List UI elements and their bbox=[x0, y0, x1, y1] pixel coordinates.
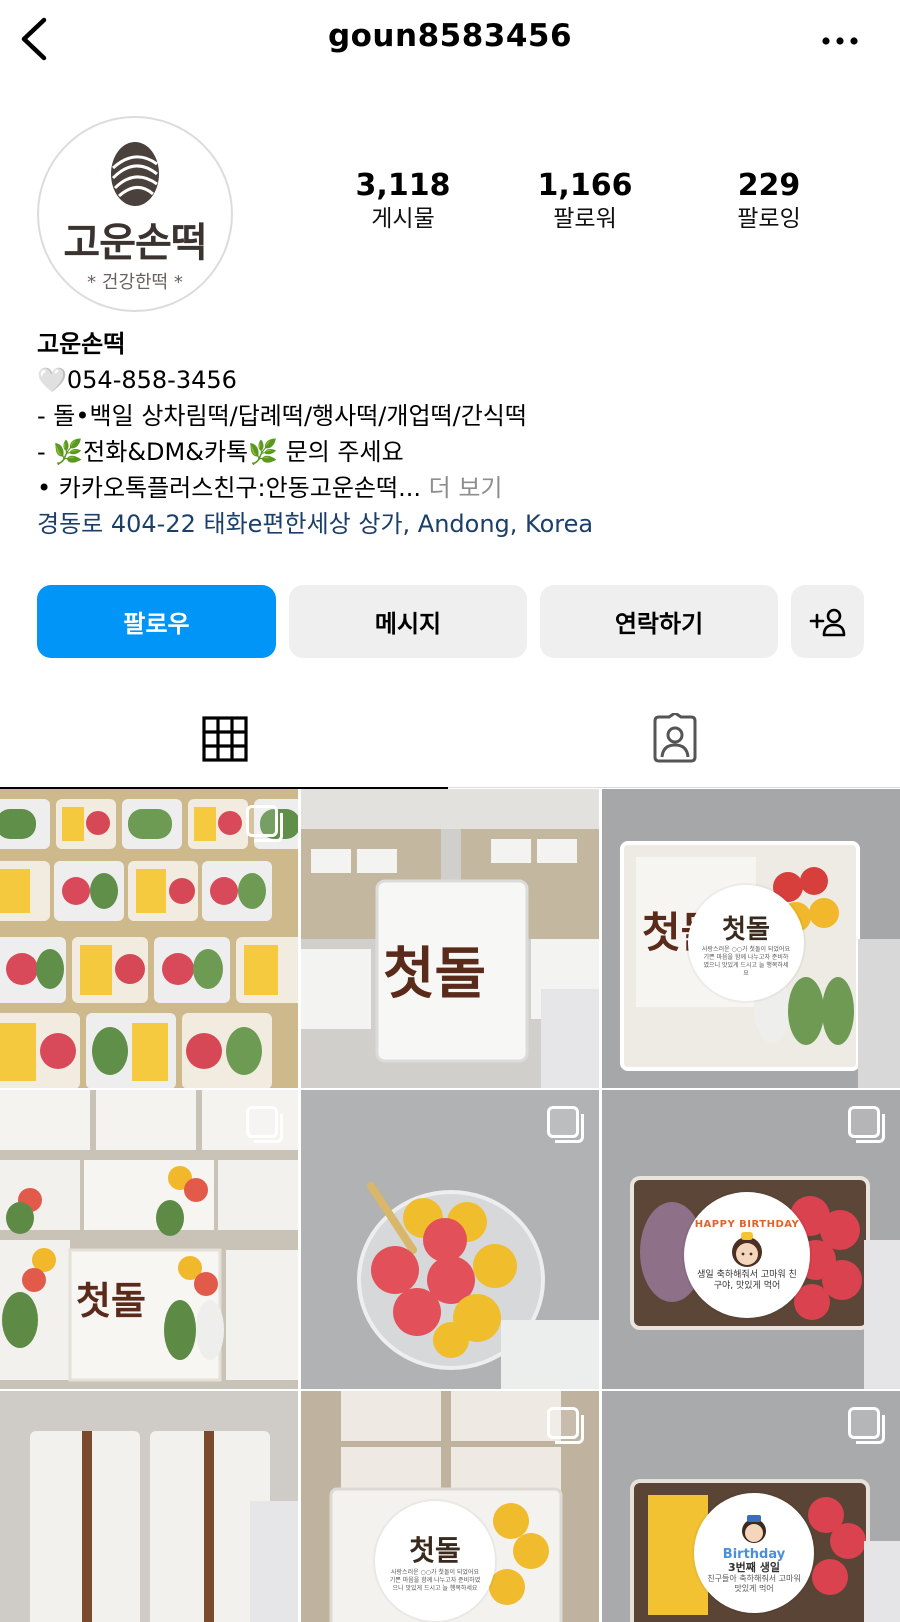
tab-grid[interactable] bbox=[0, 690, 450, 789]
post-thumbnail[interactable]: 첫돌 bbox=[0, 1090, 298, 1389]
sticker-title: Birthday bbox=[722, 1546, 786, 1562]
boy-face-icon bbox=[742, 1514, 766, 1543]
girl-face-icon bbox=[732, 1231, 762, 1267]
stat-following-label: 팔로잉 bbox=[737, 206, 801, 232]
post-image bbox=[0, 1391, 298, 1622]
sticker-message-2: 친구들아 축하해줘서 고마워 맛있게 먹어 bbox=[707, 1573, 801, 1593]
sticker-message: 3번째 생일 bbox=[728, 1560, 780, 1574]
multiple-photos-icon bbox=[547, 1407, 584, 1444]
stat-following-count: 229 bbox=[737, 168, 801, 203]
multiple-photos-icon bbox=[848, 1106, 885, 1143]
profile-tabs bbox=[0, 690, 900, 789]
tagged-person-icon bbox=[653, 713, 697, 763]
sticker-title: HAPPY BIRTHDAY bbox=[694, 1218, 800, 1230]
contact-button[interactable]: 연락하기 bbox=[540, 585, 778, 658]
top-bar: goun8583456 bbox=[0, 0, 900, 80]
sticker-message: 사랑스러운 ○○가 첫돌이 되었어요 기쁜 마음을 함께 나누고자 준비하였으니… bbox=[389, 1569, 481, 1592]
bio-name: 고운손떡 bbox=[37, 330, 126, 358]
posts-grid: 첫돌 첫돌 첫돌 사랑스러운 ○○가 첫돌이 되었어요 기쁜 마음을 함께 나누… bbox=[0, 789, 900, 1622]
post-thumbnail[interactable]: Birthday 3번째 생일 친구들아 축하해줘서 고마워 맛있게 먹어 bbox=[602, 1391, 900, 1622]
follow-button[interactable]: 팔로우 bbox=[37, 585, 276, 658]
sticker-title: 첫돌 bbox=[409, 1534, 461, 1567]
bio-line-3-wrap: • 카카오톡플러스친구:안동고운손떡... 더 보기 bbox=[37, 470, 877, 506]
post-thumbnail[interactable]: 첫돌 첫돌 사랑스러운 ○○가 첫돌이 되었어요 기쁜 마음을 함께 나누고자 … bbox=[602, 789, 900, 1088]
post-thumbnail[interactable] bbox=[0, 1391, 298, 1622]
add-person-icon bbox=[809, 608, 845, 636]
sticker-message: 생일 축하해줘서 고마워 친구야, 맛있게 먹어 bbox=[697, 1269, 797, 1291]
post-thumbnail[interactable]: 첫돌 bbox=[301, 789, 599, 1088]
multiple-photos-icon bbox=[848, 1407, 885, 1444]
bio-more-link[interactable]: 더 보기 bbox=[429, 474, 503, 502]
stat-posts-count: 3,118 bbox=[355, 168, 451, 203]
grid-icon bbox=[202, 716, 248, 762]
multiple-photos-icon bbox=[246, 805, 283, 842]
birthday-sticker: HAPPY BIRTHDAY 생일 축하해줘서 고마워 친구야, 맛있게 먹어 bbox=[684, 1192, 810, 1318]
logo-icon bbox=[111, 142, 159, 206]
sticker-message: 사랑스러운 ○○가 첫돌이 되었어요 기쁜 마음을 함께 나누고자 준비하였으니… bbox=[702, 945, 790, 977]
bio-location-link[interactable]: 경동로 404-22 태화e편한세상 상가, Andong, Korea bbox=[37, 506, 877, 542]
post-thumbnail[interactable] bbox=[301, 1090, 599, 1389]
post-thumbnail[interactable]: 첫돌 사랑스러운 ○○가 첫돌이 되었어요 기쁜 마음을 함께 나누고자 준비하… bbox=[301, 1391, 599, 1622]
stat-followers-label: 팔로워 bbox=[553, 206, 617, 232]
bio-line-1: - 돌•백일 상차림떡/답례떡/행사떡/개업떡/간식떡 bbox=[37, 402, 527, 430]
avatar-tagline: * 건강한떡 * bbox=[87, 272, 183, 293]
sticker-title: 첫돌 bbox=[722, 914, 770, 945]
bio-line-2: - 🌿전화&DM&카톡🌿 문의 주세요 bbox=[37, 438, 404, 466]
tab-tagged[interactable] bbox=[450, 690, 900, 788]
more-horizontal-icon[interactable] bbox=[818, 26, 862, 56]
multiple-photos-icon bbox=[246, 1106, 283, 1143]
post-thumbnail[interactable] bbox=[0, 789, 298, 1088]
message-button[interactable]: 메시지 bbox=[289, 585, 527, 658]
stat-following[interactable]: 229 팔로잉 bbox=[689, 168, 849, 234]
cake-sticker: 첫돌 사랑스러운 ○○가 첫돌이 되었어요 기쁜 마음을 함께 나누고자 준비하… bbox=[375, 1501, 495, 1621]
stat-posts[interactable]: 3,118 게시물 bbox=[323, 168, 483, 234]
avatar-brand-name: 고운손떡 bbox=[63, 220, 207, 266]
multiple-photos-icon bbox=[547, 1106, 584, 1143]
bio-line-3: • 카카오톡플러스친구:안동고운손떡... bbox=[37, 474, 421, 502]
add-person-button[interactable] bbox=[791, 585, 864, 658]
birthday-sticker: Birthday 3번째 생일 친구들아 축하해줘서 고마워 맛있게 먹어 bbox=[694, 1493, 814, 1613]
bio-phone[interactable]: 🤍054-858-3456 bbox=[37, 362, 877, 398]
stat-followers[interactable]: 1,166 팔로워 bbox=[505, 168, 665, 234]
cake-lettering: 첫돌 bbox=[76, 1278, 146, 1323]
cake-sticker: 첫돌 사랑스러운 ○○가 첫돌이 되었어요 기쁜 마음을 함께 나누고자 준비하… bbox=[688, 885, 804, 1001]
stat-followers-count: 1,166 bbox=[537, 168, 633, 203]
avatar[interactable]: 고운손떡 * 건강한떡 * bbox=[37, 116, 233, 312]
profile-bio: 고운손떡 🤍054-858-3456 - 돌•백일 상차림떡/답례떡/행사떡/개… bbox=[37, 326, 877, 542]
stat-posts-label: 게시물 bbox=[371, 206, 435, 232]
post-thumbnail[interactable]: HAPPY BIRTHDAY 생일 축하해줘서 고마워 친구야, 맛있게 먹어 bbox=[602, 1090, 900, 1389]
profile-username: goun8583456 bbox=[327, 18, 573, 54]
cake-lettering: 첫돌 bbox=[383, 941, 487, 1007]
